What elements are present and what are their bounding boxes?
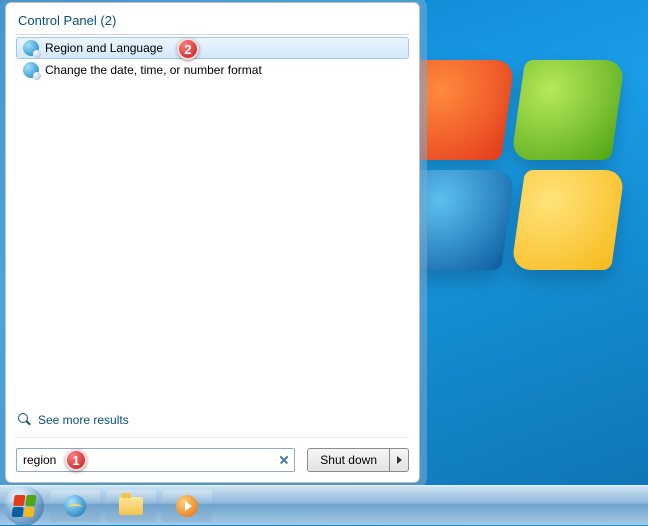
shutdown-button[interactable]: Shut down	[307, 448, 389, 472]
see-more-results[interactable]: See more results	[16, 407, 409, 437]
start-button[interactable]	[4, 486, 44, 526]
control-panel-icon	[23, 40, 39, 56]
search-results: Region and Language 2 Change the date, t…	[16, 37, 409, 81]
taskbar-media-player[interactable]	[162, 490, 212, 522]
result-region-and-language[interactable]: Region and Language 2	[16, 37, 409, 59]
shutdown-button-group: Shut down	[307, 448, 409, 472]
chevron-right-icon	[397, 456, 402, 464]
internet-explorer-icon	[64, 495, 86, 517]
clear-search-icon[interactable]	[277, 453, 290, 467]
search-icon	[18, 413, 32, 427]
control-panel-icon	[23, 62, 39, 78]
desktop-windows-logo	[408, 60, 628, 280]
search-input[interactable]	[23, 453, 277, 467]
annotation-badge-1: 1	[65, 449, 87, 471]
taskbar	[0, 485, 648, 525]
results-category-header: Control Panel (2)	[16, 11, 409, 35]
taskbar-internet-explorer[interactable]	[50, 490, 100, 522]
see-more-label: See more results	[38, 413, 129, 427]
annotation-badge-2: 2	[177, 38, 199, 60]
folder-icon	[119, 497, 143, 515]
media-player-icon	[176, 495, 198, 517]
result-change-date-time-format[interactable]: Change the date, time, or number format	[16, 59, 409, 81]
start-menu-panel: Control Panel (2) Region and Language 2 …	[5, 2, 420, 483]
result-label: Region and Language	[45, 41, 163, 55]
start-menu-bottom-row: 1 Shut down	[16, 437, 409, 472]
result-label: Change the date, time, or number format	[45, 63, 262, 77]
search-box[interactable]: 1	[16, 448, 295, 472]
taskbar-file-explorer[interactable]	[106, 490, 156, 522]
shutdown-options-button[interactable]	[389, 448, 409, 472]
windows-logo-icon	[11, 495, 36, 517]
